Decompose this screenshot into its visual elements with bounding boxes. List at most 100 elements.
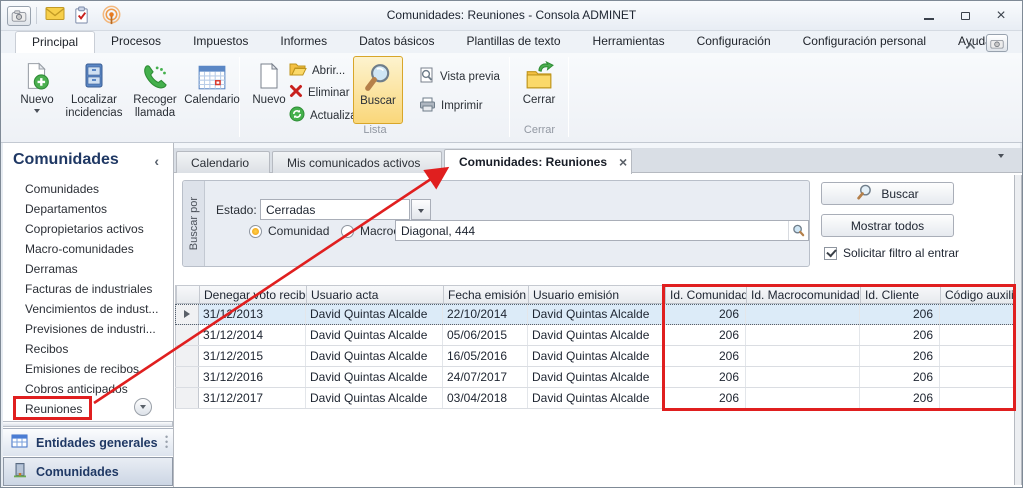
cell-usuario-acta[interactable]: David Quintas Alcalde xyxy=(306,304,443,324)
localizar-incidencias-button[interactable]: Localizar incidencias xyxy=(63,56,125,130)
ribbon-tab-configuraci-n[interactable]: Configuración xyxy=(681,31,787,53)
cell-denegar-voto-recibos[interactable]: 31/12/2016 xyxy=(199,367,306,387)
column-header-fecha-emisi-n[interactable]: Fecha emisión xyxy=(444,286,529,303)
tab-close-icon[interactable]: × xyxy=(619,154,627,170)
comunidad-radio[interactable]: Comunidad xyxy=(249,224,329,238)
buscar-ribbon-button[interactable]: Buscar xyxy=(353,56,403,124)
column-header-c-digo-auxiliar[interactable]: Código auxiliar xyxy=(941,286,1017,303)
table-row[interactable]: 31/12/2014David Quintas Alcalde05/06/201… xyxy=(175,325,1017,346)
cell-fecha-emisi-n[interactable]: 03/04/2018 xyxy=(443,388,528,408)
community-search-input[interactable] xyxy=(396,221,788,240)
row-indicator-cell[interactable] xyxy=(175,325,199,345)
sidebar-item-emisiones-de-recibos[interactable]: Emisiones de recibos xyxy=(3,359,173,379)
table-row[interactable]: 31/12/2015David Quintas Alcalde16/05/201… xyxy=(175,346,1017,367)
drag-grip-icon[interactable]: ••• xyxy=(165,435,169,451)
cell-id-cliente[interactable]: 206 xyxy=(860,346,940,366)
cell-id-comunidad[interactable]: 206 xyxy=(665,304,746,324)
cell-usuario-emisi-n[interactable]: David Quintas Alcalde xyxy=(528,346,665,366)
imprimir-button[interactable]: Imprimir xyxy=(415,95,487,117)
cell-usuario-emisi-n[interactable]: David Quintas Alcalde xyxy=(528,388,665,408)
cell-id-cliente[interactable]: 206 xyxy=(860,325,940,345)
cell-id-macrocomunidad[interactable] xyxy=(746,325,860,345)
table-row[interactable]: 31/12/2016 David Quintas Alcalde24/07/201… xyxy=(175,367,1017,388)
sidebar-item-recibos[interactable]: Recibos xyxy=(3,339,173,359)
ribbon-tab-principal[interactable]: Principal xyxy=(15,31,95,53)
cell-c-digo-auxiliar[interactable] xyxy=(940,388,1016,408)
nav-scroll-down-button[interactable] xyxy=(134,398,152,416)
sidebar-item-cobros-anticipados[interactable]: Cobros anticipados xyxy=(3,379,173,399)
sidebar-item-comunidades-module[interactable]: Comunidades xyxy=(3,457,173,486)
doc-tab-mis-comunicados-activos[interactable]: Mis comunicados activos xyxy=(272,151,442,173)
sidebar-splitter[interactable] xyxy=(3,421,173,427)
column-header-usuario-acta[interactable]: Usuario acta xyxy=(307,286,444,303)
cell-usuario-emisi-n[interactable]: David Quintas Alcalde xyxy=(528,304,665,324)
row-indicator-cell[interactable] xyxy=(175,367,199,387)
ribbon-tab-configuraci-n-personal[interactable]: Configuración personal xyxy=(787,31,942,53)
search-magnifier-icon[interactable] xyxy=(788,221,808,240)
table-row[interactable]: 31/12/2013David Quintas Alcalde22/10/201… xyxy=(175,304,1017,325)
doc-tab-comunidades-reuniones[interactable]: Comunidades: Reuniones× xyxy=(444,149,632,174)
vista-previa-button[interactable]: Vista previa xyxy=(415,65,504,89)
cell-c-digo-auxiliar[interactable] xyxy=(940,346,1016,366)
column-header-usuario-emisi-n[interactable]: Usuario emisión xyxy=(529,286,666,303)
cell-id-macrocomunidad[interactable] xyxy=(746,304,860,324)
cell-id-comunidad[interactable]: 206 xyxy=(665,388,746,408)
ribbon-tab-plantillas-de-texto[interactable]: Plantillas de texto xyxy=(450,31,576,53)
sidebar-item-previsiones-de-industri[interactable]: Previsiones de industri... xyxy=(3,319,173,339)
cell-id-macrocomunidad[interactable] xyxy=(746,346,860,366)
cell-c-digo-auxiliar[interactable] xyxy=(940,367,1016,387)
sidebar-item-departamentos[interactable]: Departamentos xyxy=(3,199,173,219)
sidebar-collapse-icon[interactable]: ‹ xyxy=(154,153,159,169)
checkbox-icon[interactable] xyxy=(824,247,837,260)
sidebar-item-derramas[interactable]: Derramas xyxy=(3,259,173,279)
doc-tab-calendario[interactable]: Calendario xyxy=(176,151,270,173)
abrir-button[interactable]: Abrir... xyxy=(285,60,349,81)
cell-denegar-voto-recibos[interactable]: 31/12/2014 xyxy=(199,325,306,345)
estado-select[interactable]: Cerradas xyxy=(260,199,410,220)
recoger-llamada-button[interactable]: Recoger llamada xyxy=(127,56,183,130)
cell-id-cliente[interactable]: 206 xyxy=(860,388,940,408)
ribbon-tab-procesos[interactable]: Procesos xyxy=(95,31,177,53)
quick-app-icon[interactable] xyxy=(986,34,1008,52)
cell-c-digo-auxiliar[interactable] xyxy=(940,304,1016,324)
cell-id-comunidad[interactable]: 206 xyxy=(665,325,746,345)
row-indicator-cell[interactable] xyxy=(175,346,199,366)
cell-id-cliente[interactable]: 206 xyxy=(860,367,940,387)
close-button[interactable]: × xyxy=(988,7,1014,24)
ribbon-tab-impuestos[interactable]: Impuestos xyxy=(177,31,264,53)
restore-button[interactable] xyxy=(952,7,978,24)
cell-usuario-acta[interactable]: David Quintas Alcalde xyxy=(306,325,443,345)
cerrar-button[interactable]: Cerrar xyxy=(515,56,563,130)
vertical-scrollbar[interactable] xyxy=(1014,175,1022,485)
sidebar-item-comunidades[interactable]: Comunidades xyxy=(3,179,173,199)
table-row[interactable]: 31/12/2017David Quintas Alcalde03/04/201… xyxy=(175,388,1017,409)
row-indicator-cell[interactable] xyxy=(175,388,199,408)
mostrar-todos-button[interactable]: Mostrar todos xyxy=(821,214,954,237)
cell-id-macrocomunidad[interactable] xyxy=(746,388,860,408)
cell-denegar-voto-recibos[interactable]: 31/12/2015 xyxy=(199,346,306,366)
sidebar-item-macro-comunidades[interactable]: Macro-comunidades xyxy=(3,239,173,259)
calendario-button[interactable]: Calendario xyxy=(183,56,241,130)
cell-usuario-emisi-n[interactable]: David Quintas Alcalde xyxy=(528,325,665,345)
column-header-id-cliente[interactable]: Id. Cliente xyxy=(861,286,941,303)
estado-select-arrow-icon[interactable] xyxy=(411,199,431,220)
cell-id-comunidad[interactable]: 206 xyxy=(665,346,746,366)
cell-usuario-acta[interactable]: David Quintas Alcalde xyxy=(306,388,443,408)
cell-c-digo-auxiliar[interactable] xyxy=(940,325,1016,345)
cell-fecha-emisi-n[interactable]: 22/10/2014 xyxy=(443,304,528,324)
eliminar-button[interactable]: Eliminar xyxy=(285,82,354,103)
minimize-button[interactable] xyxy=(916,7,942,24)
column-header-id-comunidad[interactable]: Id. Comunidad xyxy=(666,286,747,303)
cell-denegar-voto-recibos[interactable]: 31/12/2013 xyxy=(199,304,306,324)
cell-usuario-emisi-n[interactable]: David Quintas Alcalde xyxy=(528,367,665,387)
sidebar-item-entidades-generales[interactable]: Entidades generales xyxy=(3,428,173,456)
cell-fecha-emisi-n[interactable]: 24/07/2017 xyxy=(443,367,528,387)
cell-id-macrocomunidad[interactable] xyxy=(746,367,860,387)
sidebar-item-copropietarios-activos[interactable]: Copropietarios activos xyxy=(3,219,173,239)
row-indicator-cell[interactable] xyxy=(175,304,199,324)
ribbon-tab-informes[interactable]: Informes xyxy=(264,31,343,53)
cell-id-comunidad[interactable]: 206 xyxy=(665,367,746,387)
cell-fecha-emisi-n[interactable]: 05/06/2015 xyxy=(443,325,528,345)
buscar-button[interactable]: Buscar xyxy=(821,182,954,205)
solicitar-filtro-checkbox-row[interactable]: Solicitar filtro al entrar xyxy=(824,246,959,260)
